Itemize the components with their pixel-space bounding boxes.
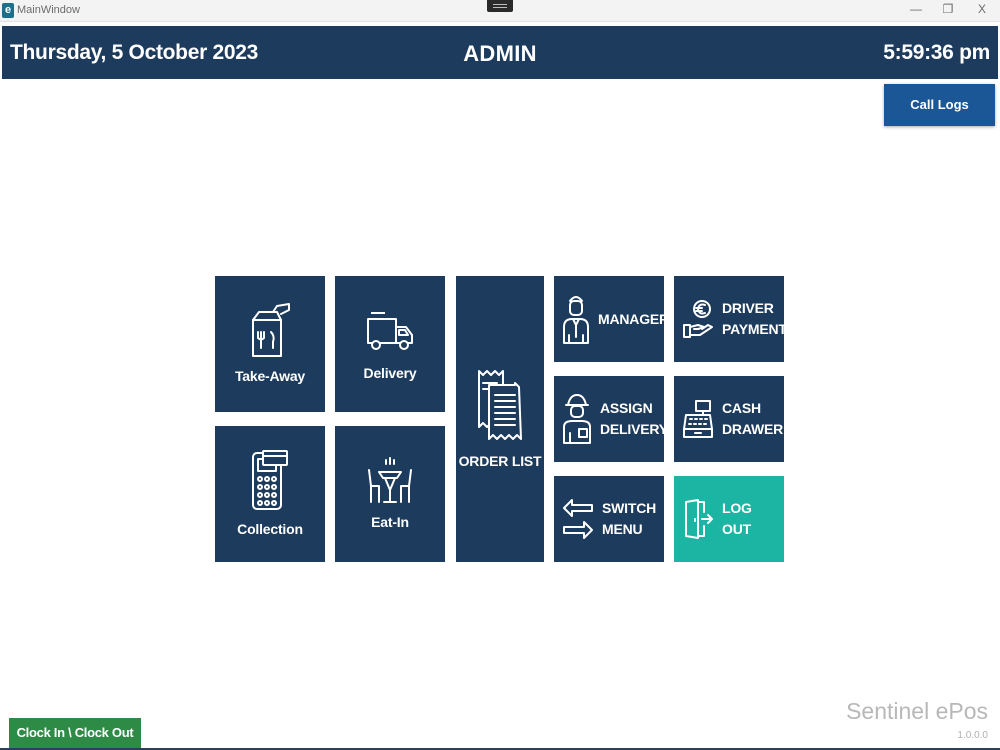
driver-payment-line2: PAYMENT	[722, 321, 787, 337]
driver-payment-tile[interactable]: DRIVER PAYMENT	[674, 276, 787, 362]
assign-delivery-line2: DELIVERY	[600, 421, 668, 437]
restore-button[interactable]: ❐	[932, 0, 964, 20]
delivery-label: Delivery	[363, 365, 417, 381]
receipts-icon	[475, 367, 525, 443]
manager-person-icon	[562, 293, 590, 345]
card-terminal-icon	[249, 449, 291, 511]
assign-delivery-label: ASSIGN DELIVERY	[600, 398, 668, 440]
take-away-label: Take-Away	[234, 368, 306, 384]
delivery-tile[interactable]: Delivery	[335, 276, 445, 412]
cash-drawer-tile[interactable]: CASH DRAWER	[674, 376, 784, 462]
manager-tile[interactable]: MANAGER	[554, 276, 669, 362]
header-time: 5:59:36 pm	[883, 41, 990, 64]
collection-tile[interactable]: Collection	[215, 426, 325, 562]
window-titlebar: e MainWindow — ❐ X	[0, 0, 1000, 22]
order-list-tile[interactable]: ORDER LIST	[456, 276, 544, 562]
euro-hand-icon	[682, 299, 714, 339]
courier-person-icon	[562, 393, 592, 445]
cash-drawer-line1: CASH	[722, 400, 761, 416]
window-title: MainWindow	[17, 4, 80, 16]
door-exit-icon	[682, 498, 714, 540]
header-user: ADMIN	[463, 41, 537, 66]
assign-delivery-line1: ASSIGN	[600, 400, 653, 416]
order-list-label: ORDER LIST	[458, 453, 542, 469]
switch-menu-label: SWITCH MENU	[602, 498, 656, 540]
brand-name: Sentinel ePos	[846, 698, 988, 724]
driver-payment-label: DRIVER PAYMENT	[722, 298, 787, 340]
log-out-label: LOG OUT	[722, 500, 752, 537]
eat-in-tile[interactable]: Eat-In	[335, 426, 445, 562]
switch-menu-tile[interactable]: SWITCH MENU	[554, 476, 664, 562]
switch-menu-line1: SWITCH	[602, 500, 657, 516]
cash-drawer-line2: DRAWER	[722, 421, 784, 437]
call-logs-button[interactable]: Call Logs	[884, 84, 995, 126]
version-label: 1.0.0.0	[957, 730, 988, 741]
swap-arrows-icon	[562, 498, 594, 540]
snap-layout-handle[interactable]	[487, 0, 513, 12]
log-out-tile[interactable]: LOG OUT	[674, 476, 784, 562]
collection-label: Collection	[237, 521, 303, 537]
app-logo-icon: e	[2, 3, 14, 18]
close-button[interactable]: X	[966, 0, 998, 20]
cash-register-icon	[682, 399, 714, 439]
driver-payment-line1: DRIVER	[722, 300, 774, 316]
switch-menu-line2: MENU	[602, 521, 643, 537]
manager-label: MANAGER	[598, 310, 669, 327]
take-away-tile[interactable]: Take-Away	[215, 276, 325, 412]
minimize-button[interactable]: —	[900, 0, 932, 20]
clock-in-out-button[interactable]: Clock In \ Clock Out	[9, 718, 141, 748]
eat-in-label: Eat-In	[371, 514, 409, 530]
header-bar: Thursday, 5 October 2023 ADMIN 5:59:36 p…	[2, 26, 998, 79]
takeaway-bag-icon	[247, 302, 293, 358]
dining-table-icon	[365, 456, 415, 504]
delivery-truck-icon	[365, 305, 415, 355]
cash-drawer-label: CASH DRAWER	[722, 398, 783, 440]
assign-delivery-tile[interactable]: ASSIGN DELIVERY	[554, 376, 668, 462]
